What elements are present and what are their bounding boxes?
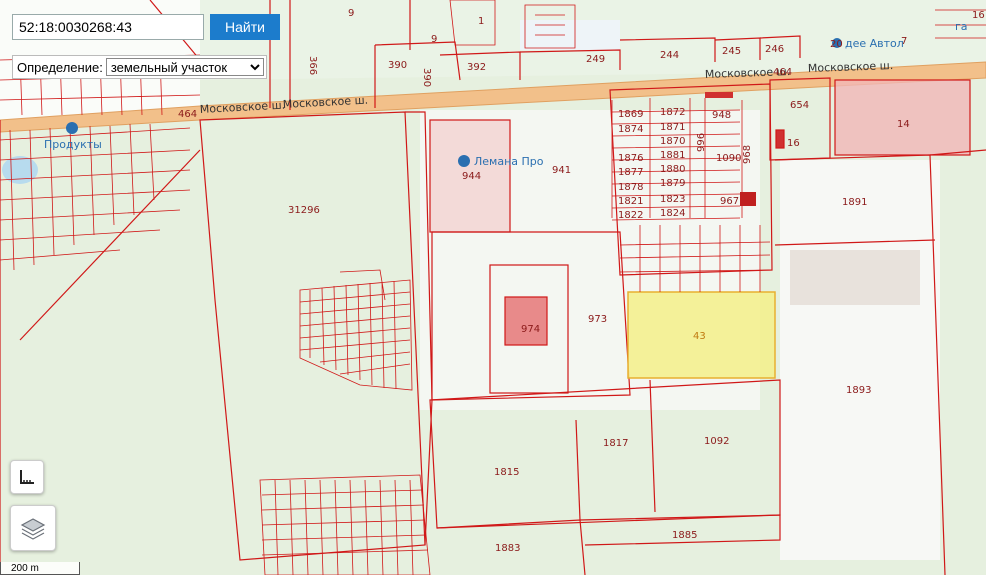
search-panel: Найти bbox=[12, 14, 280, 40]
parcel-label: 1824 bbox=[660, 208, 685, 219]
parcel-label: 1891 bbox=[842, 197, 867, 208]
definition-label: Определение: bbox=[17, 59, 103, 75]
parcel-label: 1879 bbox=[660, 178, 685, 189]
shop-icon[interactable] bbox=[458, 155, 470, 167]
parcel-label: 366 bbox=[307, 56, 318, 75]
scale-bar: 200 m bbox=[0, 562, 80, 575]
parcel-label: 654 bbox=[790, 100, 809, 111]
parcel-label: 245 bbox=[722, 46, 741, 57]
parcel-label: 31296 bbox=[288, 205, 320, 216]
parcel-label: 1090 bbox=[716, 153, 741, 164]
poi-label: га bbox=[955, 20, 968, 33]
parcel-label: 996 bbox=[696, 133, 707, 152]
poi-label: Продукты bbox=[44, 138, 102, 151]
parcel-label: 390 bbox=[388, 60, 407, 71]
poi-label: Лемана Про bbox=[474, 155, 544, 168]
parcel-label: 1881 bbox=[660, 150, 685, 161]
parcel-label: 464 bbox=[178, 109, 197, 120]
parcel-label: 968 bbox=[742, 145, 753, 164]
parcel-label: 392 bbox=[467, 62, 486, 73]
parcel-label: 1823 bbox=[660, 194, 685, 205]
shop-icon[interactable] bbox=[66, 122, 78, 134]
parcel-label: 1874 bbox=[618, 124, 643, 135]
measure-button[interactable] bbox=[10, 460, 44, 494]
parcel-label: 973 bbox=[588, 314, 607, 325]
parcel-label: 974 bbox=[521, 324, 540, 335]
definition-select[interactable]: земельный участок bbox=[105, 58, 264, 76]
parcel-label: 1885 bbox=[672, 530, 697, 541]
parcel-label: 20 bbox=[830, 39, 843, 50]
parcel-label: 1 bbox=[478, 16, 484, 27]
parcel-label: 390 bbox=[421, 68, 432, 87]
parcel-label: 1872 bbox=[660, 107, 685, 118]
ruler-icon bbox=[20, 470, 34, 484]
layers-button[interactable] bbox=[10, 505, 56, 551]
parcel-label: 16 bbox=[787, 138, 800, 149]
parcel-label: 246 bbox=[765, 44, 784, 55]
definition-panel: Определение: земельный участок bbox=[12, 55, 267, 79]
parcel-label: 1817 bbox=[603, 438, 628, 449]
parcel-label: 1878 bbox=[618, 182, 643, 193]
parcel-label: 1877 bbox=[618, 167, 643, 178]
parcel-label: 1869 bbox=[618, 109, 643, 120]
parcel-label: 1871 bbox=[660, 122, 685, 133]
parcel-label: 7 bbox=[901, 36, 907, 47]
cadastral-map[interactable]: Московское ш. Московское ш. Московское ш… bbox=[0, 0, 986, 575]
parcel-label: 1870 bbox=[660, 136, 685, 147]
parcel-label: 1876 bbox=[618, 153, 643, 164]
parcel-label: 967 bbox=[720, 196, 739, 207]
parcel-label: 464 bbox=[773, 67, 792, 78]
parcel-label: 1822 bbox=[618, 210, 643, 221]
parcel-label: 14 bbox=[897, 119, 910, 130]
parcel-label: 948 bbox=[712, 110, 731, 121]
layers-icon bbox=[20, 518, 46, 540]
parcel-label: 1821 bbox=[618, 196, 643, 207]
parcel-label: 1893 bbox=[846, 385, 871, 396]
parcel-label: 16 bbox=[972, 10, 985, 21]
parcel-label: 1880 bbox=[660, 164, 685, 175]
parcel-label: 1092 bbox=[704, 436, 729, 447]
parcel-label: 941 bbox=[552, 165, 571, 176]
parcel-label: 9 bbox=[431, 34, 437, 45]
search-input[interactable] bbox=[12, 14, 204, 40]
poi-label: дее Автол bbox=[845, 37, 904, 50]
parcel-label: 1883 bbox=[495, 543, 520, 554]
parcel-label: 1815 bbox=[494, 467, 519, 478]
scale-label: 200 m bbox=[11, 563, 39, 574]
parcel-label: 249 bbox=[586, 54, 605, 65]
parcel-label: 244 bbox=[660, 50, 679, 61]
parcel-label: 9 bbox=[348, 8, 354, 19]
parcel-label: 944 bbox=[462, 171, 481, 182]
selected-parcel-label: 43 bbox=[693, 331, 706, 342]
search-button[interactable]: Найти bbox=[210, 14, 280, 40]
